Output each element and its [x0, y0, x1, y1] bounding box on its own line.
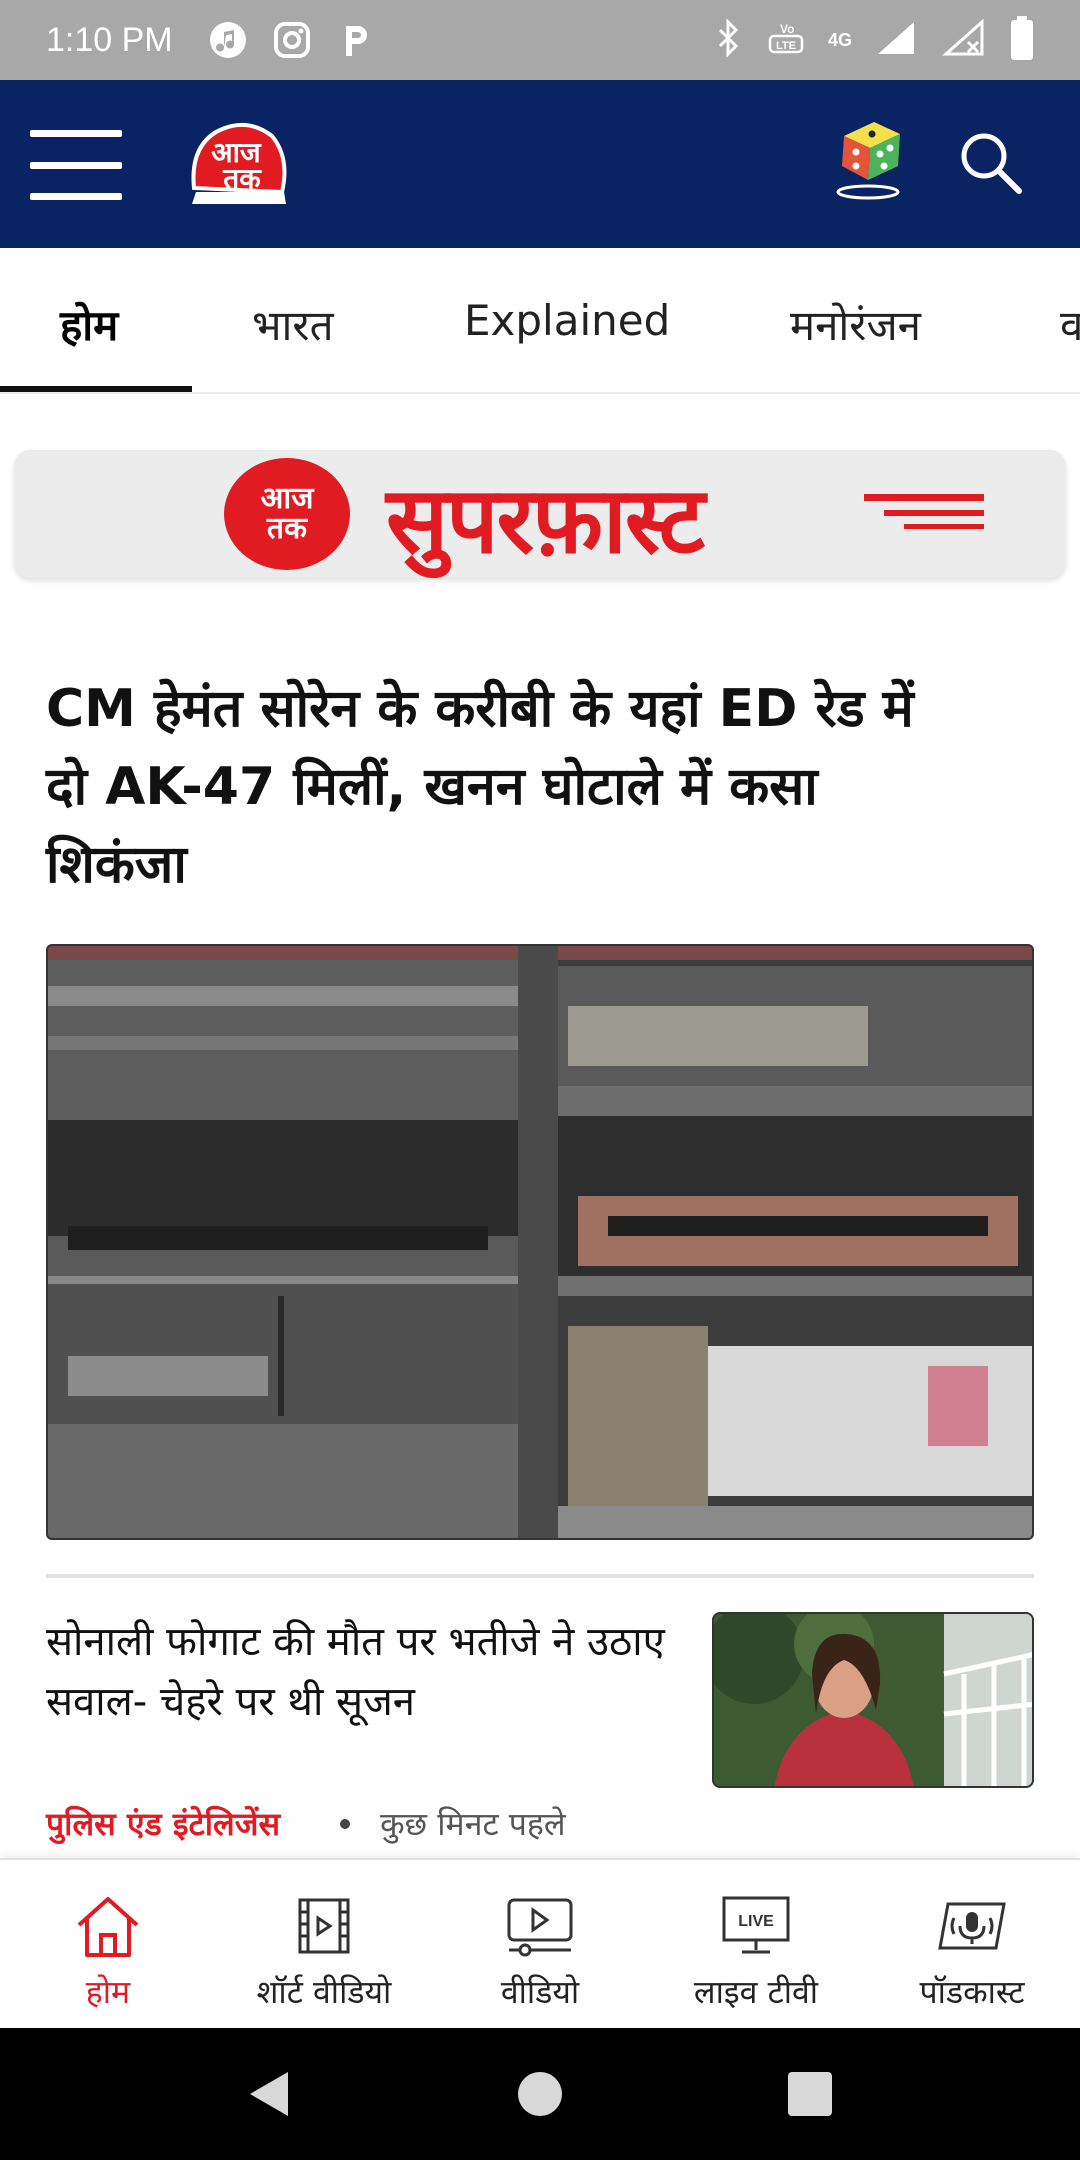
tab-bharat[interactable]: भारत — [252, 296, 334, 353]
nav-video-label: वीडियो — [500, 1973, 580, 2011]
speed-lines-icon — [864, 494, 984, 529]
video-icon — [504, 1890, 576, 1962]
story-time: कुछ मिनट पहले — [380, 1805, 566, 1843]
banner-title: सुपरफ़ास्ट — [386, 467, 705, 574]
battery-icon — [1010, 16, 1034, 64]
tab-home[interactable]: होम — [60, 296, 118, 353]
home-icon — [72, 1890, 144, 1962]
app-header: आज तक — [0, 80, 1080, 248]
nav-podcast[interactable]: पॉडकास्ट — [864, 1860, 1080, 2030]
story-category[interactable]: पुलिस एंड इंटेलिजेंस — [46, 1802, 280, 1845]
live-tv-icon: LIVE — [720, 1890, 792, 1962]
aaj-tak-logo[interactable]: आज तक — [186, 118, 290, 208]
nav-live-tv-label: लाइव टीवी — [693, 1973, 819, 2011]
nav-podcast-label: पॉडकास्ट — [919, 1973, 1025, 2011]
paytm-p-icon — [335, 19, 377, 61]
home-button-icon[interactable] — [514, 2068, 566, 2120]
svg-text:LTE: LTE — [776, 40, 796, 52]
superfast-banner[interactable]: आज तक सुपरफ़ास्ट — [14, 450, 1066, 578]
nav-home[interactable]: होम — [0, 1860, 216, 2030]
svg-text:तक: तक — [222, 162, 262, 195]
status-bar: 1:10 PM LTE Vo 4G — [0, 0, 1080, 80]
story-headline[interactable]: सोनाली फोगाट की मौत पर भतीजे ने उठाए सवा… — [46, 1612, 666, 1732]
svg-text:Vo: Vo — [780, 22, 794, 36]
instagram-icon — [271, 19, 313, 61]
meta-separator-dot — [340, 1818, 351, 1829]
category-tab-bar: होम भारत Explained मनोरंजन व — [0, 248, 1080, 394]
story-meta: पुलिस एंड इंटेलिजेंस कुछ मिनट पहले — [46, 1802, 566, 1845]
music-app-icon — [207, 19, 249, 61]
banner-aaj-tak-logo: आज तक — [224, 458, 350, 570]
back-icon[interactable] — [244, 2068, 296, 2120]
signal-no-sim-icon — [942, 18, 988, 62]
dice-game-icon[interactable] — [834, 114, 906, 202]
nav-home-label: होम — [85, 1973, 131, 2011]
short-video-icon — [288, 1890, 360, 1962]
recents-icon[interactable] — [784, 2068, 836, 2120]
story-divider — [46, 1574, 1034, 1578]
tab-explained[interactable]: Explained — [464, 296, 670, 345]
search-icon[interactable] — [958, 130, 1024, 196]
signal-icon — [874, 18, 920, 62]
lead-story-image[interactable] — [46, 944, 1034, 1540]
story-thumbnail[interactable] — [712, 1612, 1034, 1788]
nav-short-video-label: शॉर्ट वीडियो — [256, 1973, 392, 2011]
svg-text:LIVE: LIVE — [738, 1913, 774, 1930]
active-tab-indicator — [0, 386, 192, 392]
system-navigation-bar — [0, 2028, 1080, 2160]
tab-partial[interactable]: व — [1060, 296, 1080, 353]
nav-short-video[interactable]: शॉर्ट वीडियो — [216, 1860, 432, 2030]
network-type-label: 4G — [827, 29, 852, 50]
nav-video[interactable]: वीडियो — [432, 1860, 648, 2030]
volte-icon: LTE Vo — [766, 18, 806, 62]
tab-manoranjan[interactable]: मनोरंजन — [790, 296, 921, 353]
bluetooth-icon — [714, 18, 744, 62]
podcast-icon — [936, 1890, 1008, 1962]
lead-story-headline[interactable]: CM हेमंत सोरेन के करीबी के यहां ED रेड म… — [46, 670, 926, 904]
bottom-navigation: होम शॉर्ट वीडियो वीडियो LIVE लाइव टीवी प… — [0, 1858, 1080, 2028]
nav-live-tv[interactable]: LIVE लाइव टीवी — [648, 1860, 864, 2030]
status-time: 1:10 PM — [46, 20, 173, 59]
hamburger-menu-icon[interactable] — [30, 130, 122, 200]
banner-logo-line1: आज — [260, 481, 314, 516]
banner-logo-line2: तक — [266, 511, 308, 546]
